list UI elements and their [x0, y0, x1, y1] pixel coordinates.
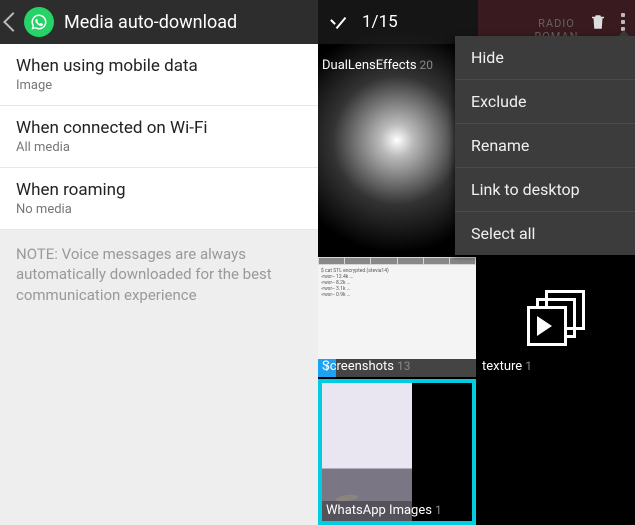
menu-rename[interactable]: Rename	[455, 123, 635, 167]
setting-mobile-data[interactable]: When using mobile data Image	[0, 44, 318, 106]
setting-subtitle: Image	[16, 78, 302, 93]
album-whatsapp-images[interactable]: WhatsApp Images1	[318, 379, 476, 525]
album-name: texture	[482, 359, 522, 374]
album-name: WhatsApp Images	[326, 503, 432, 518]
settings-note: NOTE: Voice messages are always automati…	[0, 230, 318, 323]
setting-subtitle: All media	[16, 140, 302, 155]
selection-counter: 1/15	[362, 12, 398, 32]
album-empty-slot	[412, 387, 468, 517]
album-name: Screenshots	[322, 359, 394, 374]
album-count: 13	[397, 359, 411, 373]
setting-title: When roaming	[16, 180, 302, 200]
album-texture[interactable]: texture1	[478, 257, 635, 377]
album-screenshots[interactable]: $ cat STL encrypted.(stevia14)-rwxr-- 12…	[318, 257, 476, 377]
setting-wifi[interactable]: When connected on Wi-Fi All media	[0, 106, 318, 168]
page-title: Media auto-download	[64, 12, 237, 33]
setting-subtitle: No media	[16, 202, 302, 217]
delete-icon[interactable]	[589, 12, 607, 32]
album-count: 20	[420, 58, 434, 72]
whatsapp-settings-pane: Media auto-download When using mobile da…	[0, 0, 318, 525]
setting-title: When using mobile data	[16, 56, 302, 76]
confirm-icon[interactable]	[328, 12, 348, 32]
setting-roaming[interactable]: When roaming No media	[0, 168, 318, 230]
album-count: 1	[435, 503, 442, 517]
menu-exclude[interactable]: Exclude	[455, 79, 635, 123]
album-name: DualLensEffects	[322, 58, 417, 73]
setting-title: When connected on Wi-Fi	[16, 118, 302, 138]
gallery-pane: RADIO ROMAN DualLensEffects20 gfx14 $ ca…	[318, 0, 635, 525]
context-menu: Hide Exclude Rename Link to desktop Sele…	[455, 36, 635, 255]
header-bar: Media auto-download	[0, 0, 318, 44]
album-count: 1	[525, 359, 532, 373]
menu-select-all[interactable]: Select all	[455, 211, 635, 255]
menu-hide[interactable]: Hide	[455, 36, 635, 79]
settings-list: When using mobile data Image When connec…	[0, 44, 318, 230]
menu-link-desktop[interactable]: Link to desktop	[455, 167, 635, 211]
overflow-menu-icon[interactable]	[621, 13, 625, 31]
back-icon[interactable]	[3, 12, 23, 32]
whatsapp-logo-icon[interactable]	[24, 7, 54, 37]
video-stack-icon	[527, 290, 587, 345]
